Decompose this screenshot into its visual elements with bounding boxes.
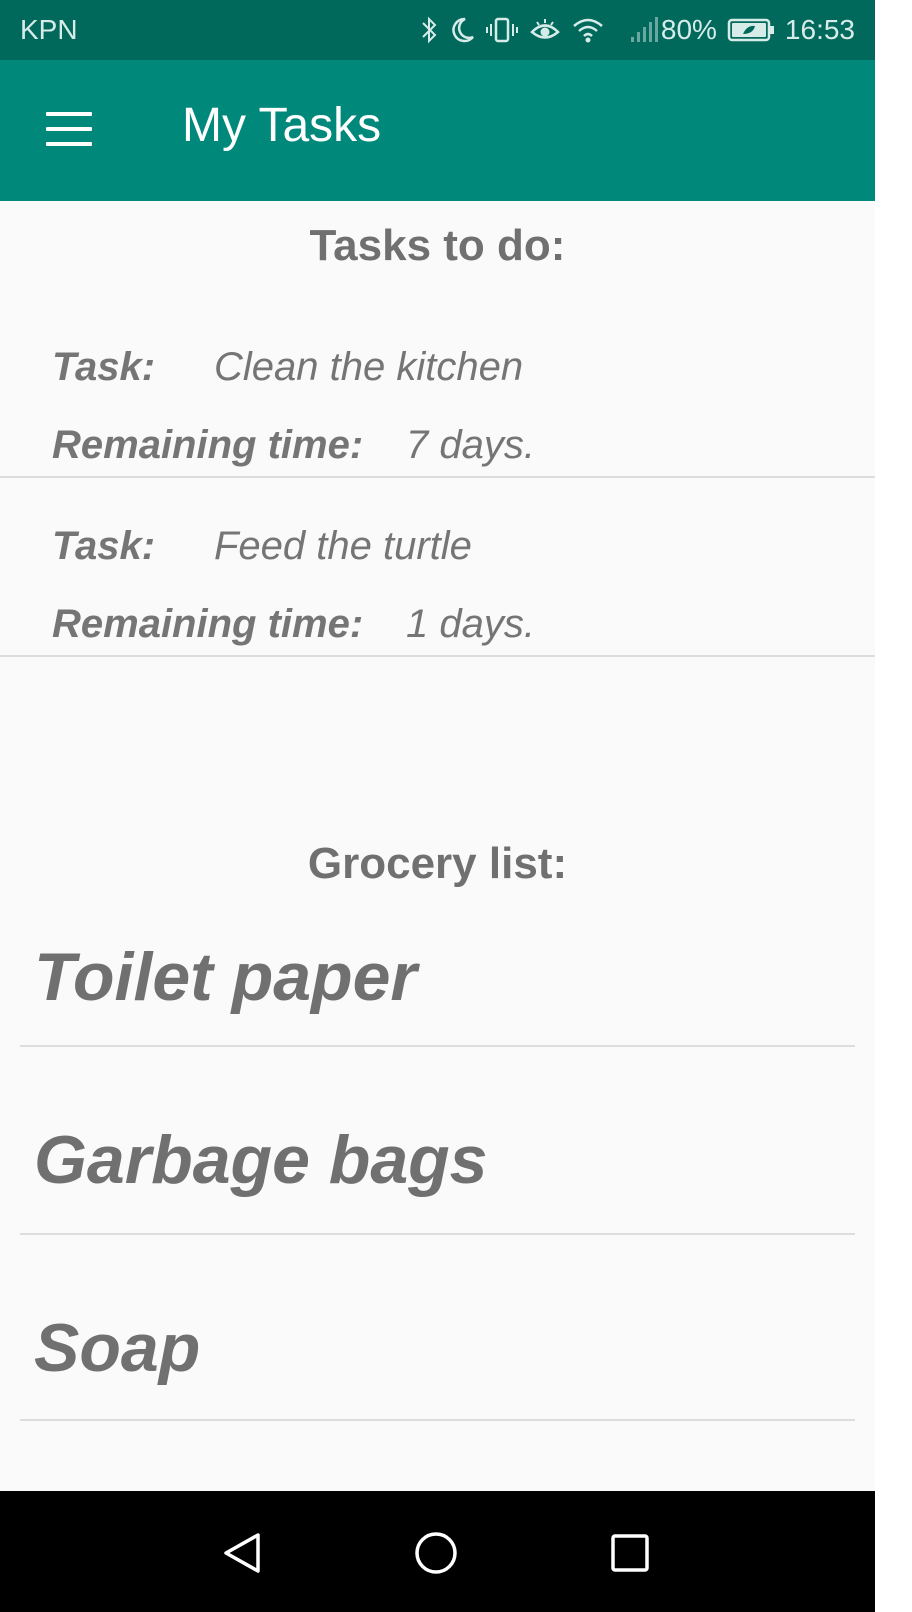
task-name: Clean the kitchen: [214, 345, 524, 389]
moon-icon: [449, 15, 475, 45]
signal-icon: [629, 15, 659, 45]
remaining-time: 1 days.: [406, 602, 535, 646]
status-bar: KPN 80% 16:53: [0, 0, 875, 60]
tasks-heading: Tasks to do:: [309, 221, 566, 270]
recents-icon[interactable]: [604, 1527, 656, 1579]
task-row[interactable]: Task: Feed the turtle Remaining time: 1 da…: [0, 478, 875, 657]
navigation-bar: [0, 1491, 875, 1612]
task-name: Feed the turtle: [214, 524, 472, 568]
grocery-item[interactable]: Soap: [20, 1237, 855, 1421]
vibrate-icon: [485, 15, 519, 45]
bluetooth-icon: [419, 15, 439, 45]
eye-icon: [529, 15, 561, 45]
grocery-item[interactable]: Toilet paper: [20, 927, 855, 1047]
clock: 16:53: [784, 14, 855, 45]
task-row[interactable]: Task: Clean the kitchen Remaining time: 7 …: [0, 321, 875, 478]
home-icon[interactable]: [410, 1527, 462, 1579]
main-content: Tasks to do: Task: Clean the kitchen Rema…: [0, 201, 875, 1491]
remaining-label: Remaining time:: [52, 602, 364, 646]
task-label: Task:: [52, 524, 156, 568]
grocery-heading: Grocery list:: [307, 839, 568, 888]
remaining-time: 7 days.: [406, 423, 535, 467]
carrier-name: KPN: [20, 14, 78, 45]
wifi-icon: [571, 15, 605, 45]
app-title: My Tasks: [182, 99, 382, 152]
task-label: Task:: [52, 345, 156, 389]
battery-icon: [727, 15, 775, 45]
remaining-label: Remaining time:: [52, 423, 364, 467]
status-icons: 80% 16:53: [419, 14, 855, 46]
battery-percent: 80%: [660, 14, 717, 45]
hamburger-menu-icon[interactable]: [46, 112, 92, 146]
back-icon[interactable]: [216, 1527, 268, 1579]
app-bar: My Tasks: [0, 60, 875, 201]
grocery-item[interactable]: Garbage bags: [20, 1049, 855, 1235]
